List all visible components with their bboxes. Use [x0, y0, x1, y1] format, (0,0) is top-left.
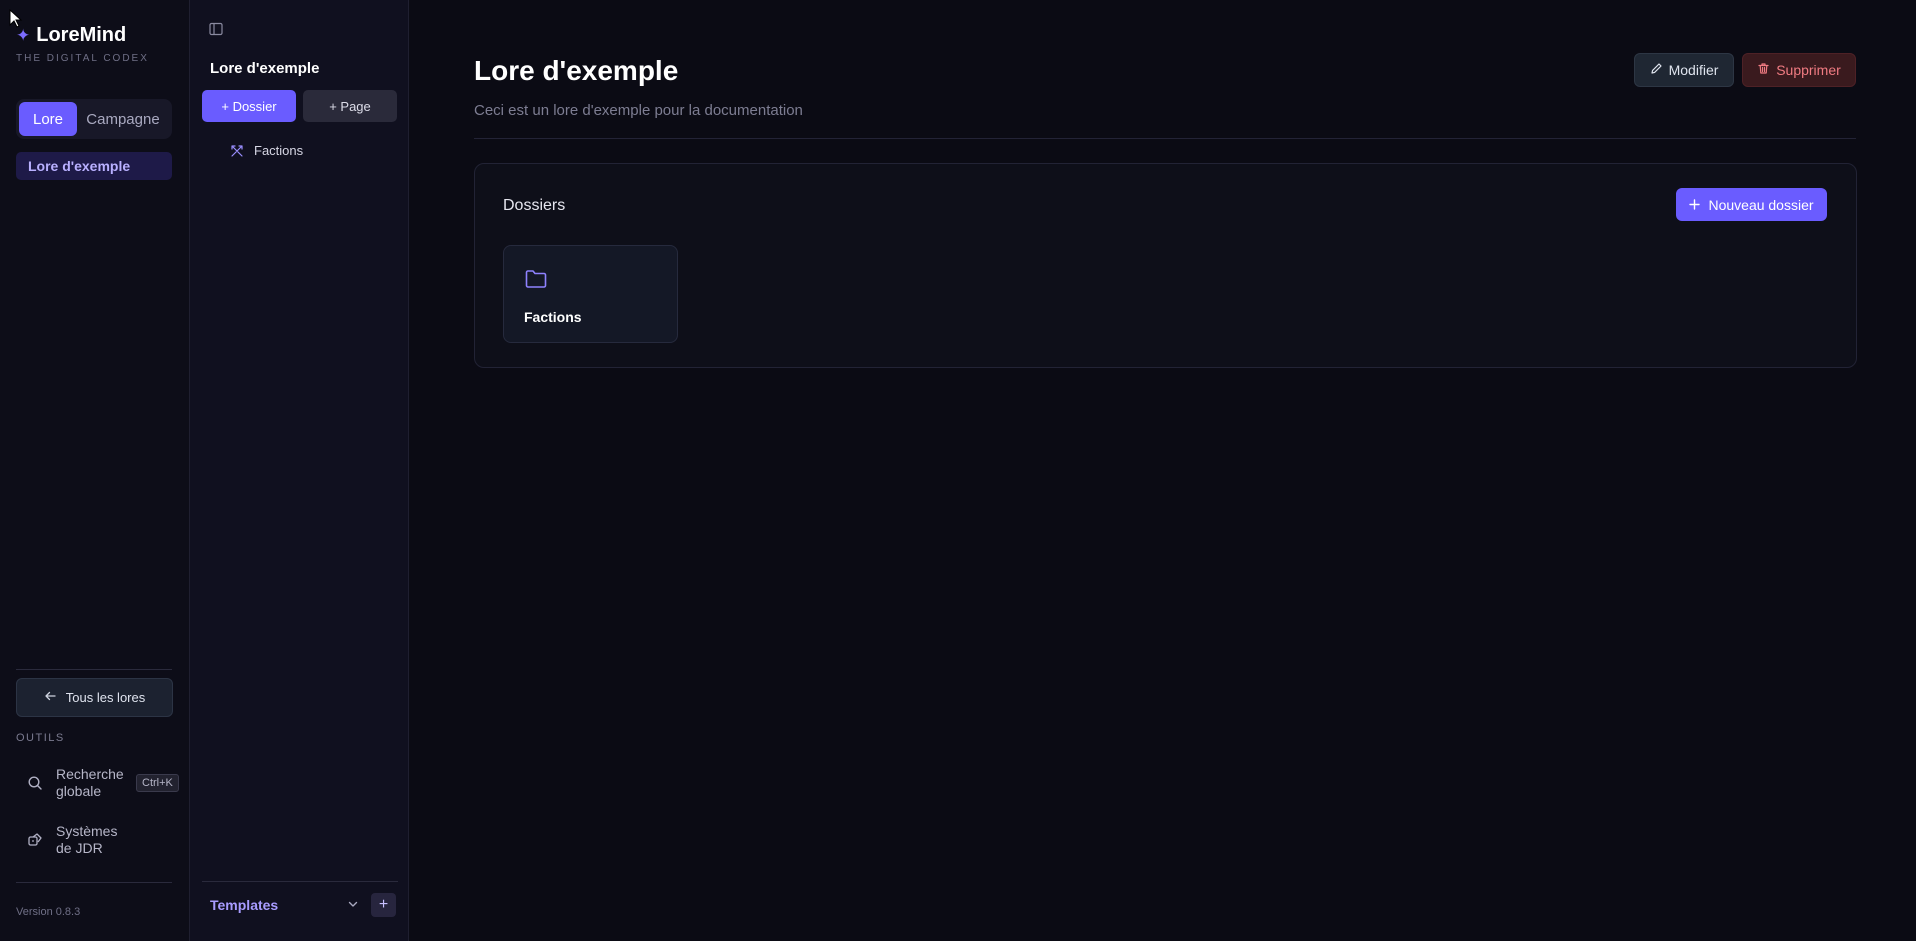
trash-icon	[1757, 62, 1770, 78]
folders-heading: Dossiers	[503, 197, 566, 214]
tree-item-label: Factions	[254, 143, 304, 158]
chevron-down-icon[interactable]	[345, 896, 361, 912]
delete-button[interactable]: Supprimer	[1742, 53, 1856, 87]
main-sidebar: ✦ LoreMind THE DIGITAL CODEX Lore Campag…	[0, 0, 190, 941]
page-title: Lore d'exemple	[474, 55, 679, 86]
app-name: LoreMind	[36, 24, 127, 46]
version-label: Version 0.8.3	[16, 906, 81, 918]
folders-panel: Dossiers Nouveau dossier Factions	[474, 163, 1857, 368]
edit-label: Modifier	[1668, 62, 1719, 78]
add-template-button[interactable]: +	[371, 893, 396, 917]
divider	[16, 882, 172, 883]
edit-button[interactable]: Modifier	[1634, 53, 1734, 87]
new-folder-label: Nouveau dossier	[1708, 196, 1814, 213]
all-lores-label: Tous les lores	[65, 690, 146, 705]
new-folder-button[interactable]: Nouveau dossier	[1676, 188, 1827, 221]
tree-item-factions[interactable]: Factions	[230, 143, 303, 158]
page-description: Ceci est un lore d'exemple pour la docum…	[474, 102, 803, 119]
all-lores-button[interactable]: Tous les lores	[16, 678, 173, 717]
dice-icon	[26, 831, 44, 849]
search-icon	[26, 774, 44, 792]
templates-heading[interactable]: Templates	[210, 897, 278, 913]
folder-card-factions[interactable]: Factions	[503, 245, 678, 343]
sidebar-collapse-icon[interactable]	[209, 22, 223, 36]
lore-tree-panel: Lore d'exemple + Dossier + Page Factions…	[190, 0, 409, 941]
mode-lore-button[interactable]: Lore	[19, 102, 77, 136]
mouse-cursor-icon	[9, 8, 23, 29]
app-tagline: THE DIGITAL CODEX	[16, 53, 149, 64]
divider	[474, 138, 1856, 139]
tool-rpg-systems-label: Systèmes de JDR	[56, 823, 118, 856]
divider	[202, 881, 398, 882]
arrow-left-icon	[44, 690, 56, 705]
tree-title: Lore d'exemple	[210, 60, 320, 77]
brand[interactable]: ✦ LoreMind THE DIGITAL CODEX	[16, 24, 149, 64]
tools-heading: OUTILS	[16, 732, 65, 744]
swords-icon	[230, 144, 244, 158]
folder-name: Factions	[524, 309, 582, 325]
add-folder-button[interactable]: + Dossier	[202, 90, 296, 122]
tool-global-search[interactable]: Recherche globale Ctrl+K	[26, 766, 179, 800]
mode-toggle: Lore Campagne	[16, 99, 172, 139]
current-lore-item[interactable]: Lore d'exemple	[16, 152, 172, 180]
add-page-button[interactable]: + Page	[303, 90, 397, 122]
divider	[16, 669, 172, 670]
plus-icon	[1689, 197, 1701, 213]
delete-label: Supprimer	[1776, 62, 1841, 78]
folder-icon	[524, 268, 548, 290]
shortcut-badge: Ctrl+K	[136, 774, 179, 792]
tool-global-search-label: Recherche globale	[56, 766, 124, 799]
pencil-icon	[1650, 62, 1663, 78]
mode-campagne-button[interactable]: Campagne	[77, 102, 169, 136]
tool-rpg-systems[interactable]: Systèmes de JDR	[26, 823, 132, 857]
